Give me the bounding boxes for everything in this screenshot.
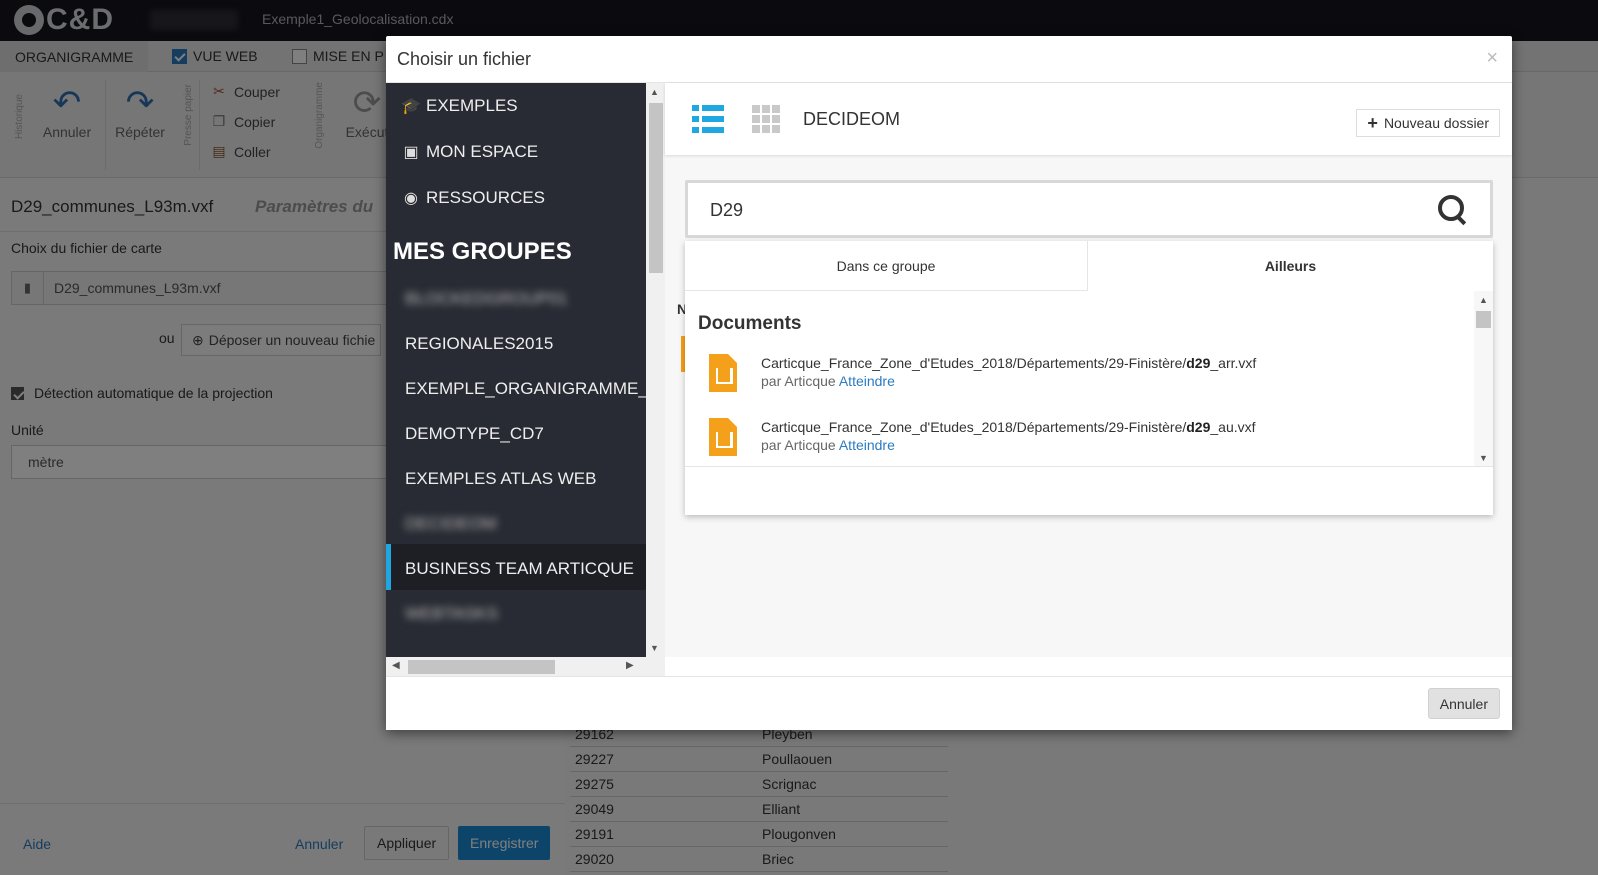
scroll-right-icon[interactable]: ▶ <box>626 660 634 671</box>
grid-view-icon[interactable] <box>752 105 780 133</box>
breadcrumb[interactable]: DECIDEOM <box>803 109 900 130</box>
scroll-up-icon[interactable]: ▲ <box>650 87 659 97</box>
scroll-up-icon[interactable]: ▲ <box>1479 295 1488 305</box>
list-item[interactable]: Carticque_France_Zone_d'Etudes_2018/Dépa… <box>709 416 1469 466</box>
sidebar-group-item[interactable]: REGIONALES2015 <box>405 334 553 354</box>
map-file-icon <box>709 418 737 456</box>
results-section-title: Documents <box>698 313 802 334</box>
sidebar-group-item[interactable]: EXEMPLE_ORGANIGRAMME_4V <box>405 379 646 399</box>
sidebar-item-mon-espace[interactable]: ▣ MON ESPACE <box>386 129 646 175</box>
scrollbar-thumb[interactable] <box>649 103 663 273</box>
tab-elsewhere[interactable]: Ailleurs <box>1088 241 1493 291</box>
list-view-icon[interactable] <box>692 105 724 133</box>
sidebar-group-item[interactable]: DEMOTYPE_CD7 <box>405 424 544 444</box>
map-file-icon <box>709 354 737 392</box>
results-tabs: Dans ce groupe Ailleurs <box>685 241 1493 291</box>
new-folder-label: Nouveau dossier <box>1383 115 1489 131</box>
cancel-button[interactable]: Annuler <box>1427 688 1500 719</box>
list-item[interactable]: Carticque_France_Zone_d'Etudes_2018/Dépa… <box>709 352 1469 402</box>
scrollbar-thumb[interactable] <box>1476 311 1491 328</box>
globe-icon: ◉ <box>404 190 418 207</box>
search-icon[interactable] <box>1438 195 1468 225</box>
modal-title: Choisir un fichier <box>397 49 532 69</box>
plus-icon: + <box>1367 112 1378 133</box>
goto-link[interactable]: Atteindre <box>839 437 895 453</box>
graduation-cap-icon: 🎓 <box>401 98 421 115</box>
modal-sidebar: 🎓 EXEMPLES ▣ MON ESPACE ◉ RESSOURCES MES… <box>386 83 646 657</box>
scrollbar-thumb[interactable] <box>408 660 555 674</box>
results-list: Documents Carticque_France_Zone_d'Etudes… <box>685 291 1493 467</box>
sidebar-item-label: EXEMPLES <box>426 96 518 115</box>
sidebar-item-exemples[interactable]: 🎓 EXEMPLES <box>386 83 646 129</box>
search-results-dropdown: Dans ce groupe Ailleurs Documents Cartic… <box>685 241 1493 515</box>
sidebar-group-item-active[interactable]: DECIDEOM <box>405 514 497 534</box>
modal-footer: Annuler <box>386 676 1512 730</box>
file-picker-modal: Choisir un fichier × 🎓 EXEMPLES ▣ MON ES… <box>386 36 1512 730</box>
sidebar-vertical-scrollbar[interactable]: ▲ ▼ <box>646 83 665 657</box>
browser-toolbar: DECIDEOM + Nouveau dossier <box>665 83 1512 155</box>
scroll-down-icon[interactable]: ▼ <box>650 643 659 653</box>
sidebar-group-item[interactable]: EXEMPLES ATLAS WEB <box>405 469 596 489</box>
sidebar-group-item[interactable]: BLOCKEDGROUP01 <box>405 289 568 309</box>
sidebar-item-ressources[interactable]: ◉ RESSOURCES <box>386 175 646 221</box>
close-icon[interactable]: × <box>1486 47 1498 70</box>
modal-main: DECIDEOM + Nouveau dossier N Dans ce gro… <box>665 83 1512 657</box>
groups-heading: MES GROUPES <box>393 238 572 265</box>
document-path: Carticque_France_Zone_d'Etudes_2018/Dépa… <box>761 419 1256 435</box>
modal-header: Choisir un fichier × <box>386 36 1512 83</box>
tab-in-this-group[interactable]: Dans ce groupe <box>685 241 1088 291</box>
sidebar-group-item[interactable]: BUSINESS TEAM ARTICQUE <box>405 559 634 579</box>
new-folder-button[interactable]: + Nouveau dossier <box>1356 109 1500 137</box>
briefcase-icon: ▣ <box>403 144 419 161</box>
scroll-left-icon[interactable]: ◀ <box>392 660 400 671</box>
sidebar-group-item[interactable]: WEBTASKS <box>405 604 498 624</box>
sidebar-horizontal-scrollbar[interactable]: ◀ ▶ <box>386 657 665 676</box>
results-scrollbar[interactable]: ▲ ▼ <box>1474 291 1493 466</box>
scroll-down-icon[interactable]: ▼ <box>1479 453 1488 463</box>
goto-link[interactable]: Atteindre <box>839 373 895 389</box>
search-box <box>685 180 1493 238</box>
search-input[interactable] <box>710 197 1410 223</box>
sidebar-item-label: MON ESPACE <box>426 142 539 161</box>
document-author: par Articque Atteindre <box>761 437 895 453</box>
document-author: par Articque Atteindre <box>761 373 895 389</box>
sidebar-item-label: RESSOURCES <box>426 188 546 207</box>
document-path: Carticque_France_Zone_d'Etudes_2018/Dépa… <box>761 355 1257 371</box>
